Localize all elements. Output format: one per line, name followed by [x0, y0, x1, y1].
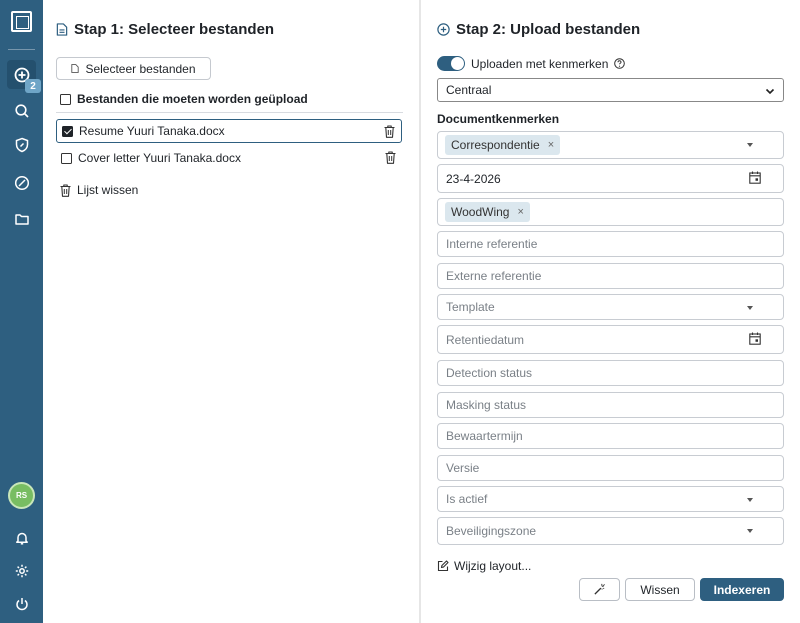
sidebar-item-notifications[interactable] [7, 523, 36, 552]
step2-heading: Stap 2: Upload bestanden [437, 21, 640, 38]
step2-title: Stap 2: Upload bestanden [456, 21, 641, 38]
gear-icon [15, 564, 28, 577]
shield-icon [15, 137, 28, 152]
is-active-select[interactable]: Is actief [437, 486, 784, 512]
retention-date-placeholder: Retentiedatum [446, 332, 525, 347]
file-checkbox[interactable] [62, 125, 73, 137]
step1-panel: Stap 1: Selecteer bestanden Selecteer be… [43, 0, 419, 623]
calendar-icon[interactable] [749, 332, 761, 345]
version-placeholder: Versie [446, 461, 480, 475]
detection-status-placeholder: Detection status [446, 366, 533, 380]
template-select[interactable]: Template [437, 294, 784, 320]
sidebar-item-logout[interactable] [7, 589, 36, 618]
date-field[interactable]: 23-4-2026 [437, 164, 784, 193]
files-header-label: Bestanden die moeten worden geüpload [77, 92, 308, 106]
detection-status-input[interactable]: Detection status [437, 360, 784, 386]
files-divider [56, 112, 403, 113]
caret-down-icon [747, 498, 753, 502]
sidebar-item-folders[interactable] [7, 204, 36, 233]
internal-reference-input[interactable]: Interne referentie [437, 231, 784, 257]
upload-with-attributes-row: Uploaden met kenmerken [437, 56, 626, 71]
retention-date-input[interactable]: Retentiedatum [437, 325, 784, 354]
is-active-placeholder: Is actief [446, 492, 488, 506]
trash-icon [60, 183, 71, 197]
clear-button[interactable]: Wissen [625, 578, 695, 601]
index-button[interactable]: Indexeren [700, 578, 784, 601]
template-placeholder: Template [446, 300, 495, 314]
correspondence-chip-label: Correspondentie [451, 138, 540, 152]
trash-icon[interactable] [384, 125, 395, 138]
organization-chip-label: WoodWing [451, 205, 510, 219]
sidebar-item-settings[interactable] [7, 556, 36, 585]
sidebar-item-links[interactable] [7, 168, 36, 197]
internal-reference-placeholder: Interne referentie [446, 237, 538, 251]
caret-down-icon [747, 529, 753, 533]
masking-status-input[interactable]: Masking status [437, 392, 784, 418]
step2-panel: Stap 2: Upload bestanden Uploaden met ke… [421, 0, 800, 623]
masking-status-placeholder: Masking status [446, 398, 527, 412]
search-icon [14, 103, 29, 118]
upload-with-attributes-toggle[interactable] [437, 56, 465, 71]
user-avatar[interactable]: RS [8, 482, 35, 509]
step1-heading: Stap 1: Selecteer bestanden [56, 21, 274, 38]
caret-down-icon [747, 306, 753, 310]
date-value: 23-4-2026 [446, 171, 501, 186]
external-reference-placeholder: Externe referentie [446, 269, 542, 283]
location-select-value: Centraal [446, 83, 492, 97]
document-icon [56, 23, 68, 36]
change-layout-link[interactable]: Wijzig layout... [437, 559, 531, 573]
step1-title: Stap 1: Selecteer bestanden [74, 21, 275, 38]
organization-field[interactable]: WoodWing × [437, 198, 784, 226]
organization-chip: WoodWing × [445, 202, 530, 222]
external-reference-input[interactable]: Externe referentie [437, 263, 784, 289]
select-files-label: Selecteer bestanden [85, 61, 196, 76]
document-attributes-heading: Documentkenmerken [437, 112, 560, 126]
edit-icon [437, 560, 449, 572]
add-circle-icon [437, 23, 450, 36]
file-name: Resume Yuuri Tanaka.docx [79, 124, 225, 138]
bell-icon [15, 532, 28, 545]
file-row[interactable]: Cover letter Yuuri Tanaka.docx [56, 146, 402, 170]
magic-fill-button[interactable] [579, 578, 620, 601]
security-zone-placeholder: Beveiligingszone [446, 524, 537, 538]
change-layout-label: Wijzig layout... [454, 559, 532, 573]
security-zone-select[interactable]: Beveiligingszone [437, 517, 784, 545]
clear-list-label: Lijst wissen [77, 183, 139, 197]
chevron-down-icon [765, 88, 775, 95]
sidebar-divider [8, 49, 35, 50]
remove-chip-icon[interactable]: × [517, 206, 523, 218]
help-icon[interactable] [614, 58, 626, 69]
retention-period-input[interactable]: Bewaartermijn [437, 423, 784, 449]
sidebar-item-security[interactable] [7, 130, 36, 159]
sidebar: 2 RS [0, 0, 43, 623]
upload-with-attributes-label: Uploaden met kenmerken [471, 56, 609, 71]
file-checkbox[interactable] [61, 152, 72, 164]
sidebar-item-search[interactable] [7, 96, 36, 125]
clear-list-button[interactable]: Lijst wissen [60, 183, 138, 197]
trash-icon[interactable] [385, 151, 396, 164]
files-header: Bestanden die moeten worden geüpload [60, 92, 403, 106]
document-small-icon [71, 64, 80, 73]
select-all-checkbox[interactable] [60, 93, 71, 105]
app-logo-icon[interactable] [11, 11, 32, 32]
correspondence-chip: Correspondentie × [445, 135, 561, 155]
link-icon [14, 175, 29, 190]
power-icon [15, 597, 28, 610]
version-input[interactable]: Versie [437, 455, 784, 481]
calendar-icon[interactable] [749, 171, 761, 184]
folder-icon [14, 213, 29, 225]
upload-count-badge: 2 [25, 79, 41, 93]
correspondence-field[interactable]: Correspondentie × [437, 131, 784, 159]
retention-period-placeholder: Bewaartermijn [446, 429, 523, 443]
remove-chip-icon[interactable]: × [548, 139, 554, 151]
magic-wand-icon [594, 583, 605, 595]
location-select[interactable]: Centraal [437, 78, 784, 102]
file-row[interactable]: Resume Yuuri Tanaka.docx [56, 119, 402, 143]
select-files-button[interactable]: Selecteer bestanden [56, 57, 211, 80]
caret-down-icon [747, 143, 753, 147]
file-name: Cover letter Yuuri Tanaka.docx [78, 151, 241, 165]
